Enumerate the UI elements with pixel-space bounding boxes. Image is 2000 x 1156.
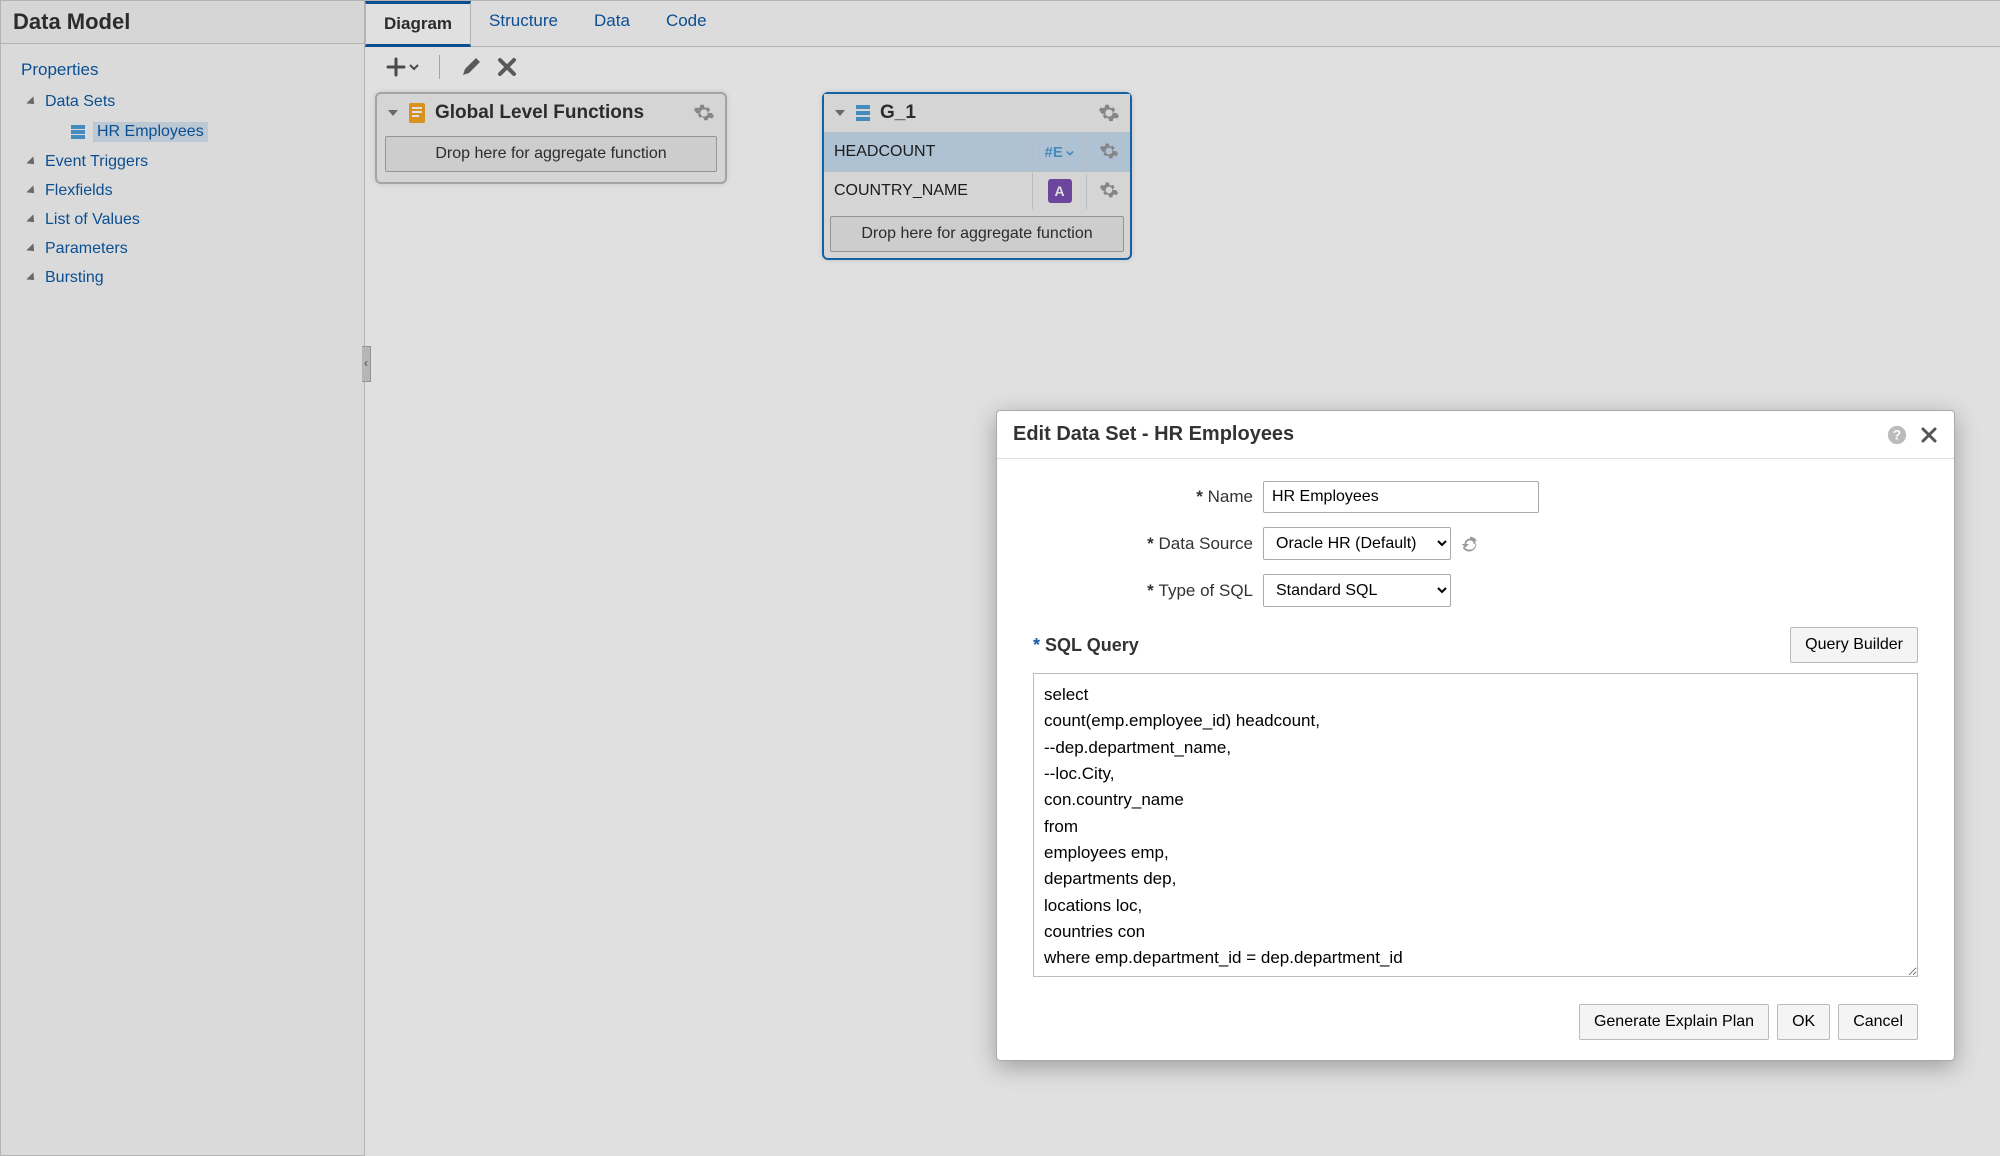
tree-leaf-hr-employees[interactable]: HR Employees	[9, 118, 356, 146]
delete-button[interactable]	[496, 56, 518, 78]
column-type-tag[interactable]: #E	[1032, 138, 1086, 167]
collapse-icon[interactable]	[834, 107, 846, 119]
tab-data[interactable]: Data	[576, 1, 648, 46]
tree-label: Data Sets	[45, 93, 115, 111]
tree-label: Event Triggers	[45, 153, 148, 171]
tab-structure[interactable]: Structure	[471, 1, 576, 46]
name-input[interactable]	[1263, 481, 1539, 513]
query-builder-button[interactable]: Query Builder	[1790, 627, 1918, 663]
add-button[interactable]	[385, 56, 419, 78]
chevron-down-icon	[26, 272, 37, 283]
drop-zone[interactable]: Drop here for aggregate function	[830, 216, 1124, 252]
tree-label: Bursting	[45, 269, 104, 287]
tree-node-data-sets[interactable]: Data Sets	[9, 89, 356, 115]
drop-zone[interactable]: Drop here for aggregate function	[385, 136, 717, 172]
global-level-functions-block[interactable]: Global Level Functions Drop here for agg…	[375, 92, 727, 184]
column-name: HEADCOUNT	[824, 133, 1032, 171]
modal-title: Edit Data Set - HR Employees	[1013, 423, 1874, 446]
help-icon[interactable]: ?	[1886, 424, 1908, 446]
left-panel: Data Model Properties Data Sets HR Emplo…	[0, 0, 365, 1156]
sql-textarea[interactable]	[1033, 673, 1918, 977]
chevron-down-icon	[26, 214, 37, 225]
close-icon[interactable]	[1920, 426, 1938, 444]
function-icon	[407, 102, 427, 124]
generate-explain-plan-button[interactable]: Generate Explain Plan	[1579, 1004, 1769, 1040]
tree-label: HR Employees	[93, 122, 208, 142]
properties-link[interactable]: Properties	[9, 54, 356, 86]
column-name: COUNTRY_NAME	[824, 172, 1032, 210]
data-source-label: * Data Source	[1033, 534, 1263, 554]
g1-block[interactable]: G_1 HEADCOUNT #E	[822, 92, 1132, 260]
tab-bar: Diagram Structure Data Code	[365, 1, 2000, 47]
tree-node-flexfields[interactable]: Flexfields	[9, 178, 356, 204]
ok-button[interactable]: OK	[1777, 1004, 1830, 1040]
block-title: Global Level Functions	[435, 102, 685, 124]
chevron-down-icon	[26, 156, 37, 167]
sql-query-label: * SQL Query	[1033, 635, 1139, 656]
column-type-tag[interactable]: A	[1032, 173, 1086, 209]
type-sql-select[interactable]: Standard SQL	[1263, 574, 1451, 607]
column-gear[interactable]	[1086, 174, 1130, 209]
block-title: G_1	[880, 102, 1090, 124]
tree-label: Flexfields	[45, 182, 113, 200]
tree-node-event-triggers[interactable]: Event Triggers	[9, 149, 356, 175]
column-row-headcount[interactable]: HEADCOUNT #E	[824, 132, 1130, 171]
panel-title: Data Model	[1, 1, 364, 44]
gear-icon[interactable]	[1098, 102, 1120, 124]
edit-data-set-modal: Edit Data Set - HR Employees ? * Name * …	[996, 410, 1955, 1061]
chevron-down-icon	[26, 96, 37, 107]
cancel-button[interactable]: Cancel	[1838, 1004, 1918, 1040]
toolbar-separator	[439, 55, 440, 79]
gear-icon[interactable]	[693, 102, 715, 124]
tree-label: List of Values	[45, 211, 140, 229]
column-row-country-name[interactable]: COUNTRY_NAME A	[824, 171, 1130, 210]
svg-text:?: ?	[1893, 427, 1901, 442]
type-sql-label: * Type of SQL	[1033, 581, 1263, 601]
tree: Properties Data Sets HR Employees Event …	[1, 44, 364, 1155]
collapse-icon[interactable]	[387, 107, 399, 119]
modal-header: Edit Data Set - HR Employees ?	[997, 411, 1954, 459]
chevron-down-icon	[26, 185, 37, 196]
edit-button[interactable]	[460, 56, 482, 78]
tree-node-parameters[interactable]: Parameters	[9, 236, 356, 262]
database-icon	[69, 123, 87, 141]
tree-label: Parameters	[45, 240, 128, 258]
column-gear[interactable]	[1086, 135, 1130, 170]
chevron-down-icon	[26, 243, 37, 254]
tab-code[interactable]: Code	[648, 1, 725, 46]
name-label: * Name	[1033, 487, 1263, 507]
toolbar	[365, 47, 2000, 87]
tree-node-list-of-values[interactable]: List of Values	[9, 207, 356, 233]
refresh-icon[interactable]	[1459, 533, 1481, 555]
data-source-select[interactable]: Oracle HR (Default)	[1263, 527, 1451, 560]
database-icon	[854, 103, 872, 123]
tree-node-bursting[interactable]: Bursting	[9, 265, 356, 291]
tab-diagram[interactable]: Diagram	[365, 1, 471, 47]
